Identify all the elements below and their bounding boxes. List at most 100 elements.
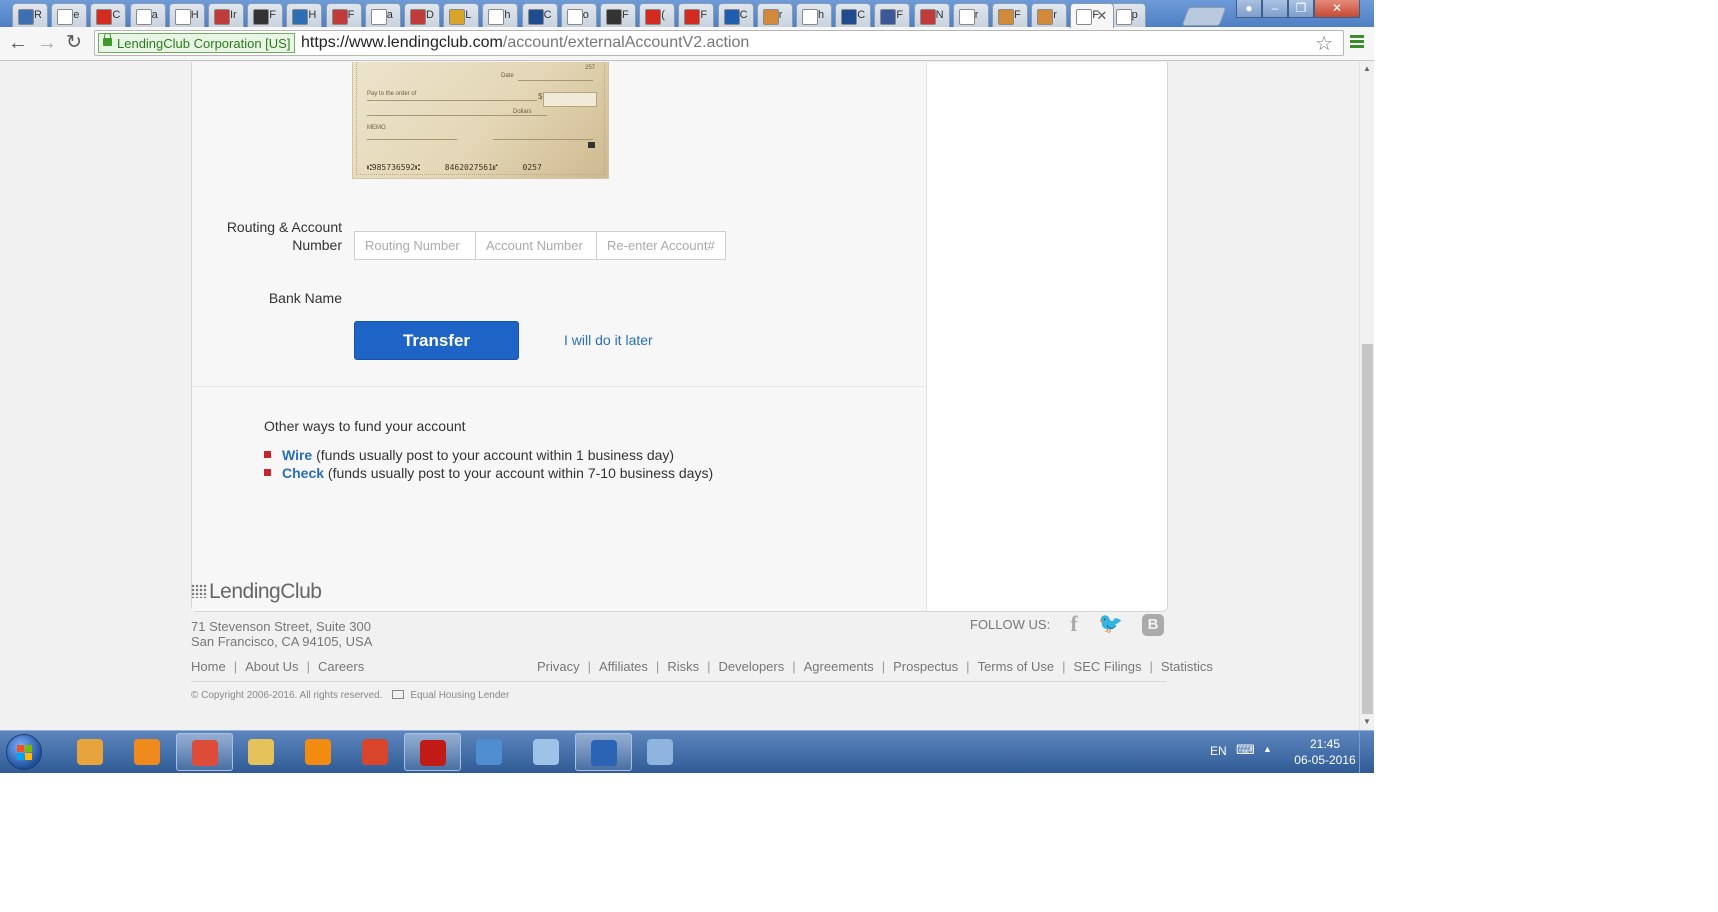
browser-tab[interactable]: F ✕ [1070,3,1115,28]
tab-favicon-icon [96,9,113,25]
ev-badge-label: LendingClub Corporation [US] [117,36,291,51]
reload-icon[interactable]: ↻ [66,33,82,53]
browser-tab[interactable]: F [678,3,715,27]
taskbar-app-file-explorer[interactable] [233,733,290,771]
browser-tab[interactable]: e [51,3,88,27]
browser-tab[interactable]: H [286,3,323,27]
wire-link[interactable]: Wire [282,447,312,463]
lendingclub-logo[interactable]: LendingClub [191,580,322,604]
do-it-later-link[interactable]: I will do it later [564,332,653,348]
browser-tab[interactable]: F [247,3,284,27]
taskbar-app-photo-viewer[interactable] [461,733,518,771]
footer-link-privacy[interactable]: Privacy [537,659,580,674]
clock[interactable]: 21:45 06-05-2016 [1290,736,1360,768]
tab-title: F [896,9,904,21]
logo-mark-icon [191,584,207,598]
browser-tab[interactable]: ( [639,3,676,27]
footer-link-risks[interactable]: Risks [667,659,699,674]
footer-link-affiliates[interactable]: Affiliates [599,659,648,674]
browser-tab[interactable]: o [560,3,597,27]
footer-link-prospectus[interactable]: Prospectus [893,659,958,674]
browser-tab[interactable]: r [756,3,793,27]
browser-tab[interactable]: a [364,3,401,27]
facebook-icon[interactable]: f [1062,611,1086,637]
browser-tab[interactable]: F [874,3,911,27]
new-tab-button[interactable] [1181,7,1227,26]
forward-icon[interactable]: → [37,33,57,53]
browser-tab[interactable]: h [796,3,832,27]
back-icon[interactable]: ← [8,33,28,53]
browser-tab[interactable]: p [1109,3,1146,27]
tray-expand-icon[interactable]: ▲ [1263,744,1272,754]
browser-tab[interactable]: a [129,3,166,27]
browser-tab[interactable]: F [992,3,1028,27]
footer-link-about-us[interactable]: About Us [245,659,298,674]
vlc-icon [305,739,331,765]
browser-tab[interactable]: C [717,3,754,27]
reenter-account-input[interactable] [596,231,726,260]
browser-tab[interactable]: Ir [208,3,244,27]
browser-tab[interactable]: r [1031,3,1068,27]
browser-tab[interactable]: L [443,3,480,27]
scrollbar-thumb[interactable] [1362,344,1373,714]
footer-link-home[interactable]: Home [191,659,226,674]
scroll-down-arrow-icon[interactable]: ▼ [1363,717,1371,726]
browser-tab[interactable]: R [12,3,48,27]
taskbar-app-paint[interactable] [632,733,689,771]
minimize-button[interactable]: – [1262,0,1288,18]
language-indicator[interactable]: EN [1210,744,1227,758]
start-button[interactable] [6,734,42,770]
taskbar-app-notepad[interactable] [518,733,575,771]
notepad-icon [533,739,559,765]
tab-title: o [582,9,589,21]
ev-security-badge[interactable]: LendingClub Corporation [US] [98,33,296,53]
user-icon[interactable]: ● [1236,0,1262,18]
url-text[interactable]: https://www.lendingclub.com/account/exte… [301,34,749,52]
close-window-button[interactable]: ✕ [1314,0,1360,18]
close-tab-icon[interactable]: ✕ [1096,8,1107,24]
browser-tab[interactable]: F [600,3,636,27]
maximize-button[interactable]: ❐ [1288,0,1314,18]
chrome-menu-icon[interactable] [1350,35,1364,50]
show-desktop-button[interactable] [1359,731,1374,773]
browser-tab[interactable]: D [404,3,440,27]
taskbar-app-chrome[interactable] [176,733,233,771]
routing-number-input[interactable] [354,231,484,260]
chrome-icon [192,740,218,766]
browser-tab[interactable]: F [325,3,362,27]
twitter-icon[interactable]: 🐦 [1098,611,1123,637]
footer-link-careers[interactable]: Careers [318,659,364,674]
footer-link-statistics[interactable]: Statistics [1161,659,1213,674]
tab-favicon-icon [958,9,975,25]
browser-tab[interactable]: C [835,3,872,27]
browser-tab[interactable]: C [521,3,558,27]
account-number-input[interactable] [475,231,605,260]
tab-favicon-icon [292,9,309,25]
browser-tab[interactable]: H [168,3,205,27]
taskbar-app-vlc[interactable] [290,733,347,771]
scroll-up-arrow-icon[interactable]: ▲ [1363,64,1371,73]
footer-link-sec-filings[interactable]: SEC Filings [1074,659,1142,674]
wire-description: (funds usually post to your account with… [312,447,675,463]
bookmark-star-icon[interactable]: ☆ [1315,31,1333,56]
footer-link-terms-of-use[interactable]: Terms of Use [978,659,1055,674]
address-bar[interactable]: LendingClub Corporation [US] https://www… [94,30,1344,56]
taskbar-app-vlc-media-player[interactable] [62,733,119,771]
vertical-scrollbar[interactable]: ▲ ▼ [1359,62,1374,730]
tab-title: C [857,9,866,21]
browser-tab[interactable]: N [913,3,950,27]
transfer-button[interactable]: Transfer [354,321,519,360]
browser-tab[interactable]: r [952,3,989,27]
taskbar-app-presentation[interactable] [347,733,404,771]
footer-link-developers[interactable]: Developers [718,659,784,674]
tab-favicon-icon [370,9,387,25]
blog-icon[interactable]: B [1142,614,1164,636]
taskbar-app-adobe-reader[interactable] [404,733,461,771]
browser-tab[interactable]: h [482,3,519,27]
browser-tab[interactable]: C [90,3,127,27]
keyboard-icon[interactable]: ⌨ [1236,742,1255,758]
taskbar-app-r-console[interactable] [575,733,632,771]
taskbar-app-media-player[interactable] [119,733,176,771]
check-link[interactable]: Check [282,465,324,481]
footer-link-agreements[interactable]: Agreements [804,659,874,674]
